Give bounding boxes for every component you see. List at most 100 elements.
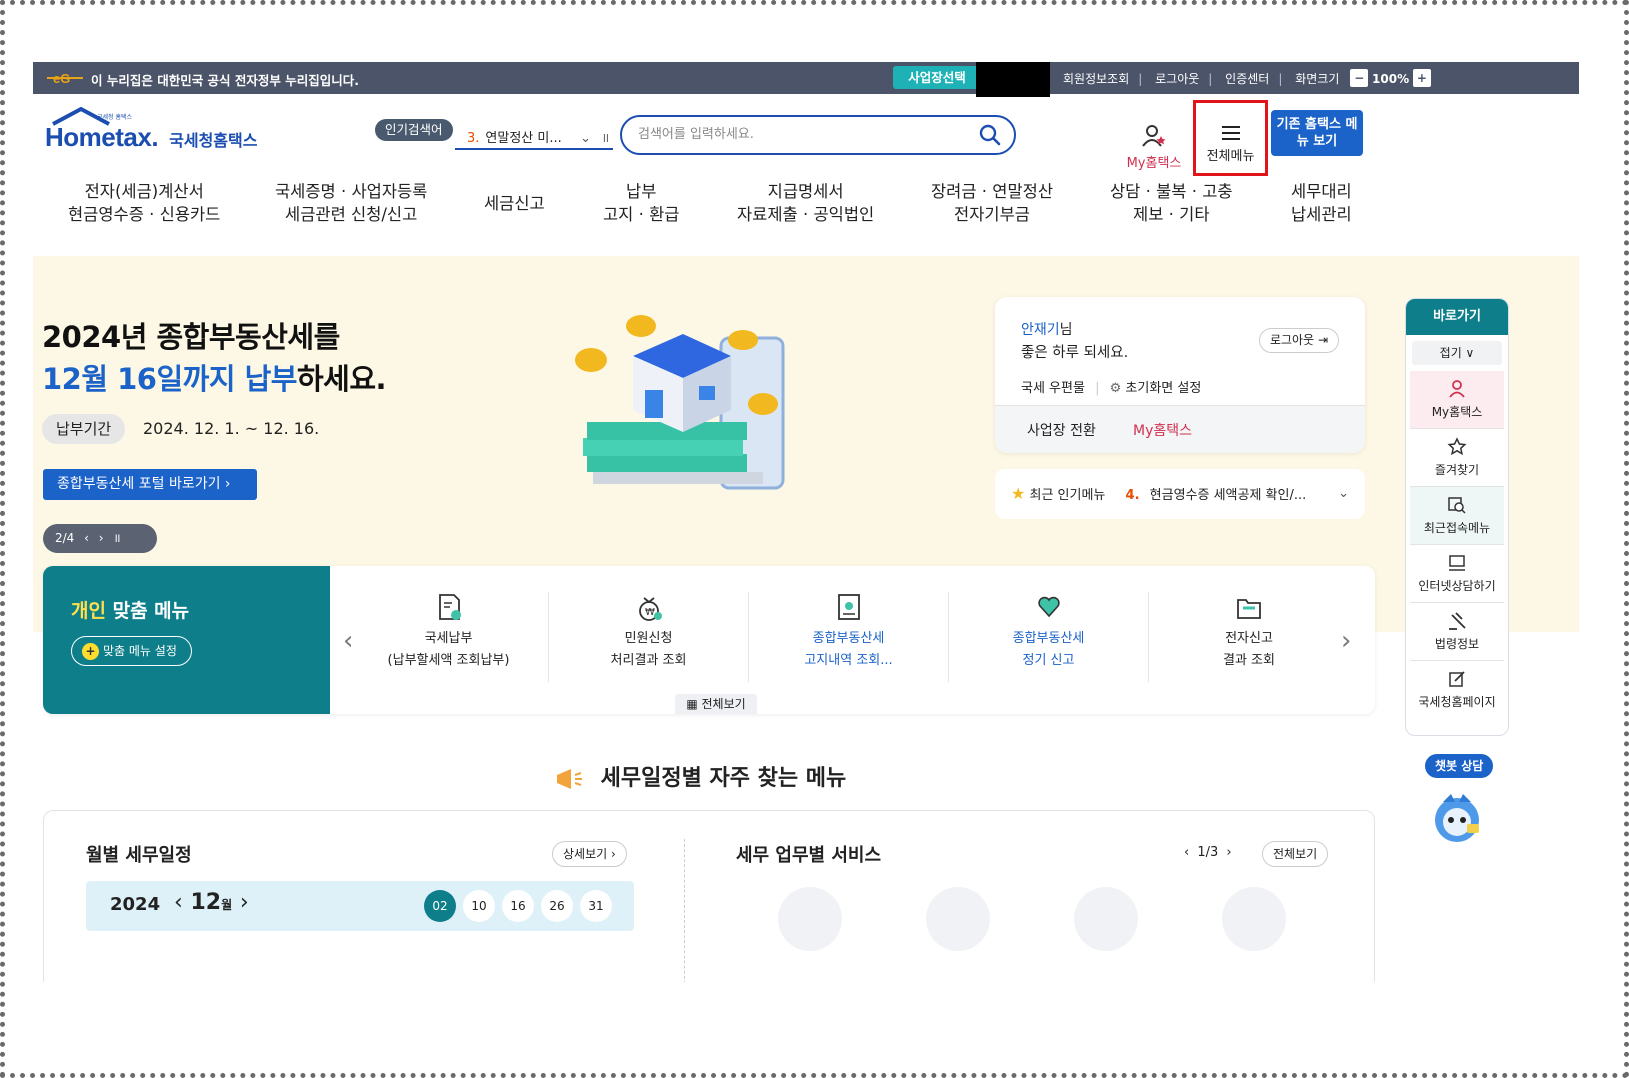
service-e-filing-result[interactable]: 전자신고 결과 조회 <box>1149 592 1349 682</box>
nav-item-year-end[interactable]: 장려금 · 연말정산 전자기부금 <box>931 180 1053 226</box>
custom-menu-setting-button[interactable]: + 맞춤 메뉴 설정 <box>71 636 192 666</box>
service-property-tax-return[interactable]: 종합부동산세 정기 신고 <box>949 592 1149 682</box>
gear-icon: ⚙ <box>1109 381 1122 396</box>
grid-icon: ▦ <box>686 697 698 711</box>
old-menu-button[interactable]: 기존 홈택스 메뉴 보기 <box>1271 110 1363 156</box>
plus-icon: + <box>82 643 99 660</box>
quick-online-consult[interactable]: 인터넷상담하기 <box>1410 545 1504 603</box>
money-bag-icon: ₩ <box>638 597 662 621</box>
search-icon[interactable] <box>978 123 1002 147</box>
search-input[interactable]: 검색어를 입력하세요. <box>620 115 1016 155</box>
svg-text:₩: ₩ <box>645 607 655 618</box>
chatbot-badge[interactable]: 챗봇 상담 <box>1425 754 1494 778</box>
service-national-tax-payment[interactable]: 국세납부 (납부할세액 조회납부) <box>349 592 549 682</box>
user-name: 안재기님 <box>1021 322 1073 338</box>
service-by-task-title: 세무 업무별 서비스 <box>736 845 882 866</box>
recent-popular-menu[interactable]: ★ 최근 인기메뉴 4. 현금영수증 세액공제 확인/... ⌄ <box>995 469 1365 519</box>
hometax-page: eG 이 누리집은 대한민국 공식 전자정부 누리집입니다. 사업장선택 회원정… <box>33 62 1579 982</box>
calendar-day[interactable]: 31 <box>580 890 612 922</box>
personal-menu-all-view[interactable]: ▦ 전체보기 <box>675 694 757 714</box>
member-info-link[interactable]: 회원정보조회 <box>1063 72 1129 86</box>
nav-item-consulting[interactable]: 상담 · 불복 · 고충 제보 · 기타 <box>1110 180 1233 226</box>
hero-title-line1: 2024년 종합부동산세를 <box>42 320 340 354</box>
chevron-down-icon[interactable]: ⌄ <box>580 128 591 148</box>
house-money-illustration <box>575 315 785 490</box>
search-placeholder: 검색어를 입력하세요. <box>638 127 754 142</box>
quick-my-hometax[interactable]: My홈택스 <box>1410 371 1504 429</box>
eg-logo-icon: eG <box>47 71 83 86</box>
quick-favorites[interactable]: 즐겨찾기 <box>1410 429 1504 487</box>
prev-month-icon[interactable]: ‹ <box>174 890 183 915</box>
init-setting-link[interactable]: 초기화면 설정 <box>1125 381 1201 396</box>
hometax-logo[interactable]: 국세청 홈택스 Hometax. 국세청홈택스 <box>45 106 257 153</box>
calendar-year: 2024 <box>110 894 161 915</box>
divider <box>684 839 685 982</box>
chatbot-character-icon[interactable] <box>1429 790 1485 846</box>
pause-icon[interactable]: ll <box>603 128 609 148</box>
redacted-area <box>976 62 1050 97</box>
service-all-view-button[interactable]: 전체보기 <box>1262 841 1329 867</box>
popular-rank-term: 연말정산 미... <box>485 131 562 146</box>
user-icon <box>1142 125 1166 147</box>
zoom-level: 100% <box>1372 72 1410 86</box>
logo-small-text: 국세청 홈택스 <box>97 114 133 121</box>
monthly-schedule-title: 월별 세무일정 <box>86 845 192 866</box>
logout-icon: ⇥ <box>1317 333 1328 347</box>
hero-title-line2: 12월 16일까지 납부하세요. <box>42 362 387 396</box>
zoom-out-button[interactable]: − <box>1350 69 1369 87</box>
top-links: 회원정보조회 | 로그아웃 | 인증센터 | 화면크기 − 100% + <box>1056 69 1431 87</box>
heart-hands-icon <box>1037 596 1060 618</box>
user-card-actions: 사업장 전환 My홈택스 <box>995 405 1365 453</box>
calendar-month: ‹ 12월 › <box>174 890 249 915</box>
all-menu-button[interactable]: 전체메뉴 <box>1193 100 1268 176</box>
nav-item-statement[interactable]: 지급명세서 자료제출 · 공익법인 <box>737 180 874 226</box>
schedule-detail-button[interactable]: 상세보기 › <box>552 841 627 867</box>
my-hometax-label: My홈택스 <box>1126 156 1182 171</box>
megaphone-icon <box>557 769 582 789</box>
gavel-icon <box>1449 612 1466 630</box>
business-select-button[interactable]: 사업장선택 <box>893 66 981 89</box>
zoom-in-button[interactable]: + <box>1412 69 1431 87</box>
monitor-payment-icon[interactable] <box>926 887 990 951</box>
user-icon <box>1449 380 1465 398</box>
recent-search-icon <box>1448 497 1466 514</box>
chevron-down-icon[interactable]: ⌄ <box>1338 469 1349 519</box>
fold-button[interactable]: 접기 ∨ <box>1412 341 1502 365</box>
popular-search-rank[interactable]: 3. 연말정산 미... ⌄ ll <box>455 128 613 150</box>
calendar-day[interactable]: 26 <box>541 890 573 922</box>
period-value: 2024. 12. 1. ~ 12. 16. <box>143 419 320 438</box>
document-upload-icon <box>438 594 461 620</box>
gov-notice: 이 누리집은 대한민국 공식 전자정부 누리집입니다. <box>91 73 360 88</box>
slide-controls[interactable]: 2/4 ‹ › ॥ <box>43 524 157 553</box>
popular-rank-number: 3. <box>467 131 480 146</box>
quick-recent-menu[interactable]: 최근접속메뉴 <box>1410 487 1504 545</box>
calendar-day[interactable]: 16 <box>502 890 534 922</box>
quick-nts-homepage[interactable]: 국세청홈페이지 <box>1410 661 1504 719</box>
card-my-hometax-link[interactable]: My홈택스 <box>1133 420 1192 440</box>
postbox-row: 국세 우편물 | ⚙ 초기화면 설정 <box>1021 381 1202 396</box>
nav-item-tax-return[interactable]: 세금신고 <box>484 192 545 215</box>
shopping-cart-icon[interactable] <box>1222 887 1286 951</box>
property-tax-portal-button[interactable]: 종합부동산세 포털 바로가기 › <box>43 469 257 500</box>
cert-center-link[interactable]: 인증센터 <box>1225 72 1269 86</box>
screen-size-label: 화면크기 <box>1295 72 1340 86</box>
nav-item-payment[interactable]: 납부 고지 · 환급 <box>603 180 679 226</box>
quick-links-panel: 바로가기 접기 ∨ My홈택스 즐겨찾기 최근접속메뉴 인터넷상담하기 법령정보… <box>1405 298 1509 736</box>
my-hometax-button[interactable]: My홈택스 <box>1123 124 1185 171</box>
house-tax-icon[interactable] <box>778 887 842 951</box>
nav-item-agent[interactable]: 세무대리 납세관리 <box>1291 180 1352 226</box>
calendar-day[interactable]: 02 <box>424 890 456 922</box>
document-check-icon[interactable] <box>1074 887 1138 951</box>
calendar-day[interactable]: 10 <box>463 890 495 922</box>
switch-business-link[interactable]: 사업장 전환 <box>1027 420 1096 440</box>
next-month-icon[interactable]: › <box>240 890 249 915</box>
quick-law-info[interactable]: 법령정보 <box>1410 603 1504 661</box>
service-pagination[interactable]: ‹ 1/3 › <box>1184 845 1232 860</box>
nav-item-certificate[interactable]: 국세증명 · 사업자등록 세금관련 신청/신고 <box>275 180 427 226</box>
card-logout-button[interactable]: 로그아웃 ⇥ <box>1258 328 1339 353</box>
logout-link[interactable]: 로그아웃 <box>1155 72 1199 86</box>
postbox-link[interactable]: 국세 우편물 <box>1021 381 1085 396</box>
nav-item-tax-invoice[interactable]: 전자(세금)계산서 현금영수증 · 신용카드 <box>68 180 220 226</box>
service-civil-result[interactable]: ₩ 민원신청 처리결과 조회 <box>549 592 749 682</box>
service-property-tax-notice[interactable]: 종합부동산세 고지내역 조회... <box>749 592 949 682</box>
